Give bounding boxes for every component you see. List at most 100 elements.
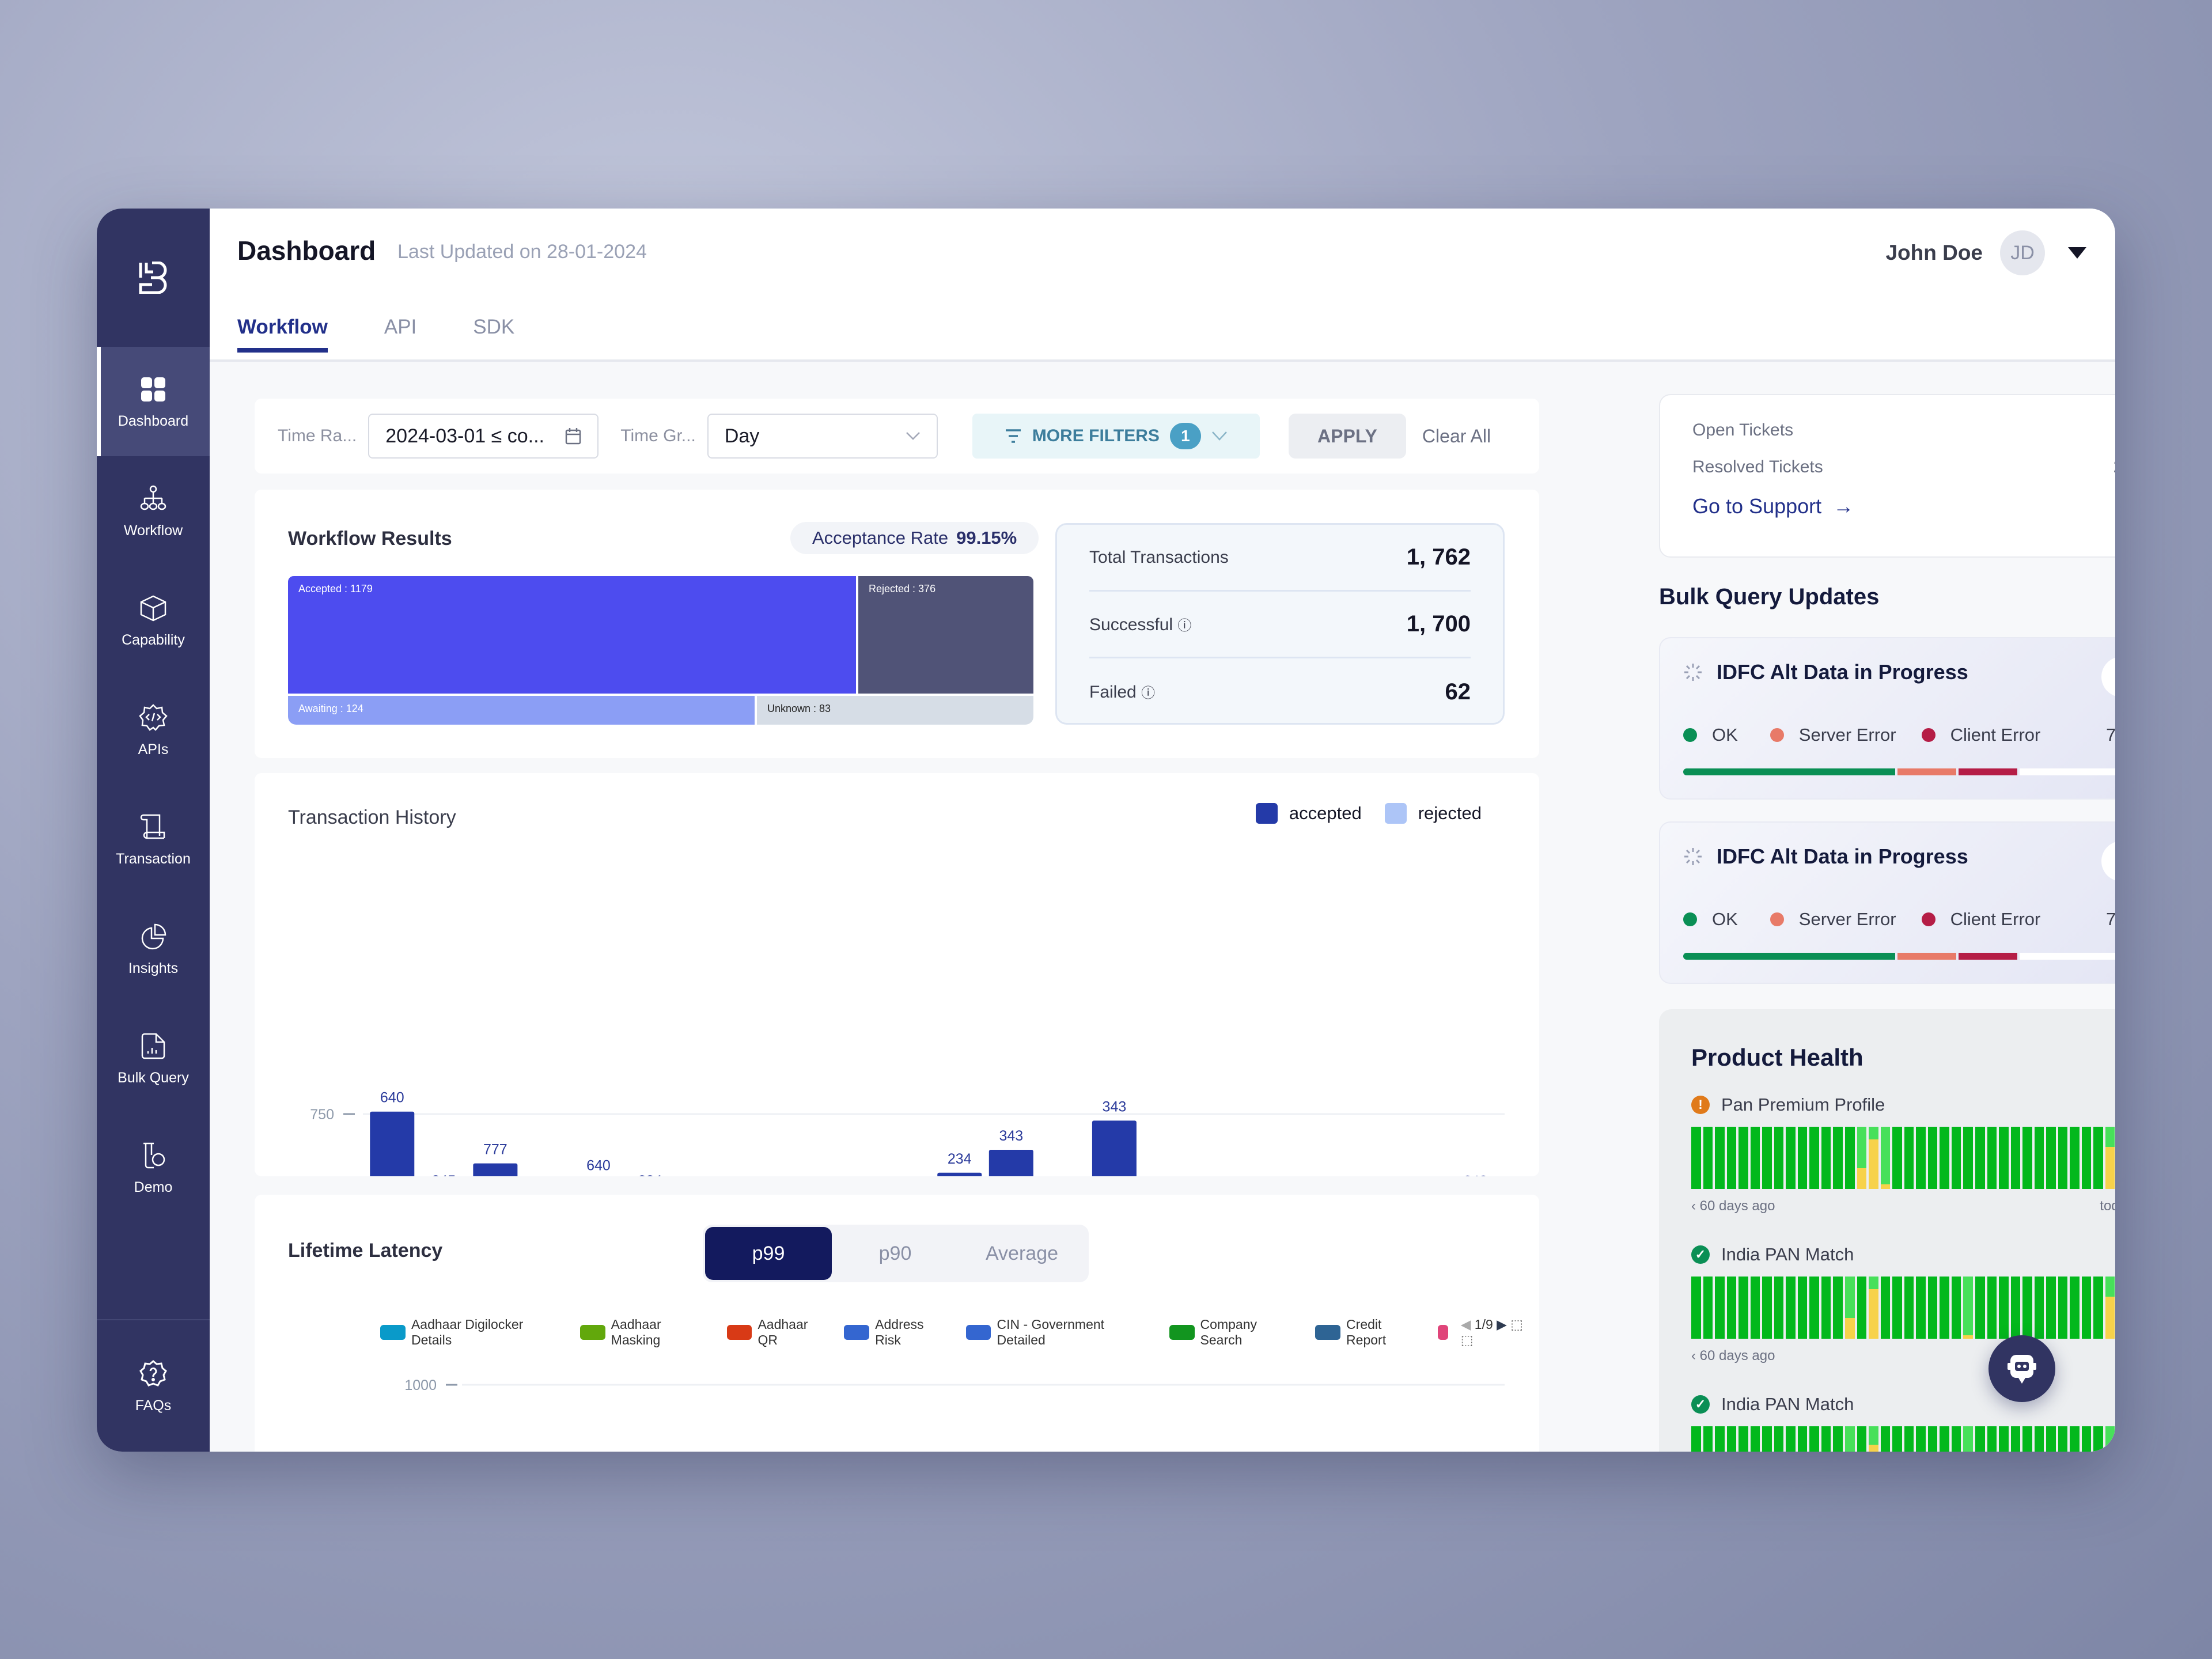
health-day-bar[interactable] xyxy=(1715,1127,1725,1189)
health-day-bar[interactable] xyxy=(1880,1277,1891,1339)
health-day-bar[interactable] xyxy=(1786,1127,1796,1189)
health-day-bar[interactable] xyxy=(1904,1426,1914,1452)
health-day-bar[interactable] xyxy=(2070,1277,2080,1339)
health-day-bar[interactable] xyxy=(2070,1127,2080,1189)
health-day-bar[interactable] xyxy=(1774,1426,1784,1452)
health-day-bar[interactable] xyxy=(2022,1127,2032,1189)
sidebar-item-faqs[interactable]: FAQs xyxy=(97,1358,210,1414)
health-day-bar[interactable] xyxy=(1975,1127,1985,1189)
health-day-bar[interactable] xyxy=(2034,1127,2044,1189)
health-day-bar[interactable] xyxy=(1845,1277,1855,1339)
avatar[interactable]: JD xyxy=(2000,230,2045,275)
health-day-bar[interactable] xyxy=(1927,1426,1938,1452)
health-day-bar[interactable] xyxy=(1821,1426,1831,1452)
health-day-bar[interactable] xyxy=(1726,1277,1737,1339)
health-day-bar[interactable] xyxy=(1904,1127,1914,1189)
health-day-bar[interactable] xyxy=(2022,1277,2032,1339)
health-day-bar[interactable] xyxy=(2010,1277,2021,1339)
health-day-bar[interactable] xyxy=(2034,1277,2044,1339)
health-day-bar[interactable] xyxy=(1833,1277,1843,1339)
health-day-bar[interactable] xyxy=(2022,1426,2032,1452)
apply-button[interactable]: APPLY xyxy=(1288,414,1406,459)
health-day-bar[interactable] xyxy=(1738,1426,1748,1452)
health-day-bar[interactable] xyxy=(2093,1426,2103,1452)
health-day-bar[interactable] xyxy=(2081,1277,2092,1339)
health-day-bar[interactable] xyxy=(1999,1127,2009,1189)
bar-accepted[interactable] xyxy=(937,1172,982,1176)
health-day-bar[interactable] xyxy=(2010,1426,2021,1452)
health-day-bar[interactable] xyxy=(1703,1127,1713,1189)
health-day-bar[interactable] xyxy=(1951,1426,1961,1452)
go-to-support-link[interactable]: Go to Support → xyxy=(1692,494,2115,518)
bar-accepted[interactable] xyxy=(988,1150,1033,1176)
health-day-bar[interactable] xyxy=(1916,1426,1926,1452)
info-icon[interactable]: ⓘ xyxy=(1177,618,1191,634)
health-day-bar[interactable] xyxy=(1940,1277,1949,1339)
health-day-bar[interactable] xyxy=(2081,1426,2092,1452)
health-day-bar[interactable] xyxy=(2093,1277,2103,1339)
sidebar-item-apis[interactable]: APIs xyxy=(97,675,210,785)
health-day-bar[interactable] xyxy=(1691,1127,1701,1189)
user-menu[interactable]: John Doe JD xyxy=(1885,230,2086,275)
timeline-start[interactable]: ‹ 60 days ago xyxy=(1691,1198,1775,1214)
health-day-bar[interactable] xyxy=(1797,1277,1808,1339)
clear-all-button[interactable]: Clear All xyxy=(1422,426,1491,447)
health-day-bar[interactable] xyxy=(1987,1277,1997,1339)
health-day-bar[interactable] xyxy=(1857,1127,1867,1189)
health-day-bar[interactable] xyxy=(2058,1127,2068,1189)
health-day-bar[interactable] xyxy=(2105,1426,2115,1452)
health-day-bar[interactable] xyxy=(1833,1426,1843,1452)
health-day-bar[interactable] xyxy=(1963,1277,1973,1339)
tab-sdk[interactable]: SDK xyxy=(473,316,514,353)
health-day-bar[interactable] xyxy=(2058,1277,2068,1339)
health-day-bar[interactable] xyxy=(1963,1127,1973,1189)
bar-accepted[interactable] xyxy=(370,1111,415,1176)
health-day-bar[interactable] xyxy=(1927,1127,1938,1189)
logo[interactable] xyxy=(97,209,210,347)
health-day-bar[interactable] xyxy=(1762,1127,1772,1189)
health-day-bar[interactable] xyxy=(1703,1277,1713,1339)
health-day-bar[interactable] xyxy=(1797,1127,1808,1189)
health-day-bar[interactable] xyxy=(1786,1277,1796,1339)
health-day-bar[interactable] xyxy=(2070,1426,2080,1452)
health-day-bar[interactable] xyxy=(1857,1426,1867,1452)
health-day-bar[interactable] xyxy=(2046,1426,2056,1452)
health-day-bar[interactable] xyxy=(1774,1277,1784,1339)
health-day-bar[interactable] xyxy=(1762,1277,1772,1339)
health-day-bar[interactable] xyxy=(1999,1277,2009,1339)
health-day-bar[interactable] xyxy=(1869,1426,1878,1452)
health-day-bar[interactable] xyxy=(1750,1426,1760,1452)
bar-accepted[interactable] xyxy=(473,1163,518,1176)
sidebar-item-dashboard[interactable]: Dashboard xyxy=(97,347,210,456)
health-day-bar[interactable] xyxy=(1738,1127,1748,1189)
sidebar-item-demo[interactable]: Demo xyxy=(97,1113,210,1222)
health-day-bar[interactable] xyxy=(1987,1426,1997,1452)
timeline-start[interactable]: ‹ 60 days ago xyxy=(1691,1348,1775,1364)
health-day-bar[interactable] xyxy=(2010,1127,2021,1189)
health-day-bar[interactable] xyxy=(1845,1127,1855,1189)
health-day-bar[interactable] xyxy=(1738,1277,1748,1339)
health-day-bar[interactable] xyxy=(2105,1127,2115,1189)
chat-bot-button[interactable] xyxy=(1988,1335,2055,1402)
health-day-bar[interactable] xyxy=(1975,1426,1985,1452)
health-day-bar[interactable] xyxy=(2034,1426,2044,1452)
health-day-bar[interactable] xyxy=(1951,1127,1961,1189)
health-day-bar[interactable] xyxy=(1892,1127,1902,1189)
health-day-bar[interactable] xyxy=(1809,1426,1819,1452)
health-day-bar[interactable] xyxy=(1715,1277,1725,1339)
health-day-bar[interactable] xyxy=(1726,1127,1737,1189)
sidebar-item-workflow[interactable]: Workflow xyxy=(97,456,210,566)
caret-down-icon[interactable] xyxy=(2068,247,2086,259)
health-day-bar[interactable] xyxy=(1797,1426,1808,1452)
health-day-bar[interactable] xyxy=(2093,1127,2103,1189)
info-icon[interactable]: ⓘ xyxy=(1141,685,1155,701)
sidebar-item-capability[interactable]: Capability xyxy=(97,566,210,675)
health-day-bar[interactable] xyxy=(1880,1127,1891,1189)
health-day-bar[interactable] xyxy=(1691,1277,1701,1339)
health-day-bar[interactable] xyxy=(1940,1127,1949,1189)
health-day-bar[interactable] xyxy=(1940,1426,1949,1452)
time-group-select[interactable]: Day xyxy=(707,414,938,459)
health-day-bar[interactable] xyxy=(1786,1426,1796,1452)
health-day-bar[interactable] xyxy=(1750,1127,1760,1189)
sidebar-item-bulk-query[interactable]: Bulk Query xyxy=(97,1003,210,1113)
